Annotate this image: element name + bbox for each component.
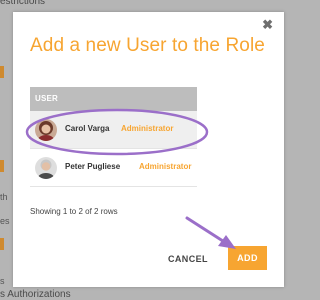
avatar: [35, 119, 57, 141]
background-button: [0, 66, 4, 78]
background-text-fragment: s: [0, 276, 5, 286]
user-role: Administrator: [121, 124, 174, 133]
column-header-user[interactable]: USER: [30, 87, 197, 111]
add-button[interactable]: ADD: [228, 246, 267, 270]
user-role: Administrator: [139, 162, 192, 171]
table-row[interactable]: Carol Varga Administrator: [30, 111, 197, 149]
background-button: [0, 160, 4, 172]
pagination-info: Showing 1 to 2 of 2 rows: [30, 207, 118, 216]
background-section-title: estrictions: [0, 0, 46, 7]
table-row[interactable]: Peter Pugliese Administrator: [30, 149, 197, 187]
add-user-dialog: ✖ Add a new User to the Role USER Carol …: [13, 12, 284, 287]
close-icon[interactable]: ✖: [262, 18, 273, 32]
user-name: Peter Pugliese: [65, 162, 121, 171]
woman-avatar-icon: [35, 119, 57, 141]
background-text-fragment: th: [0, 192, 8, 202]
avatar: [35, 157, 57, 179]
dialog-title: Add a new User to the Role: [30, 35, 265, 56]
background-text-fragment: es: [0, 216, 10, 226]
cancel-button[interactable]: CANCEL: [168, 254, 208, 264]
user-table: USER Carol Varga Administrator Peter Pug…: [30, 87, 197, 187]
background-section-title: s Authorizations: [0, 289, 71, 300]
user-name: Carol Varga: [65, 124, 110, 133]
man-avatar-icon: [35, 157, 57, 179]
background-button: [0, 238, 4, 250]
